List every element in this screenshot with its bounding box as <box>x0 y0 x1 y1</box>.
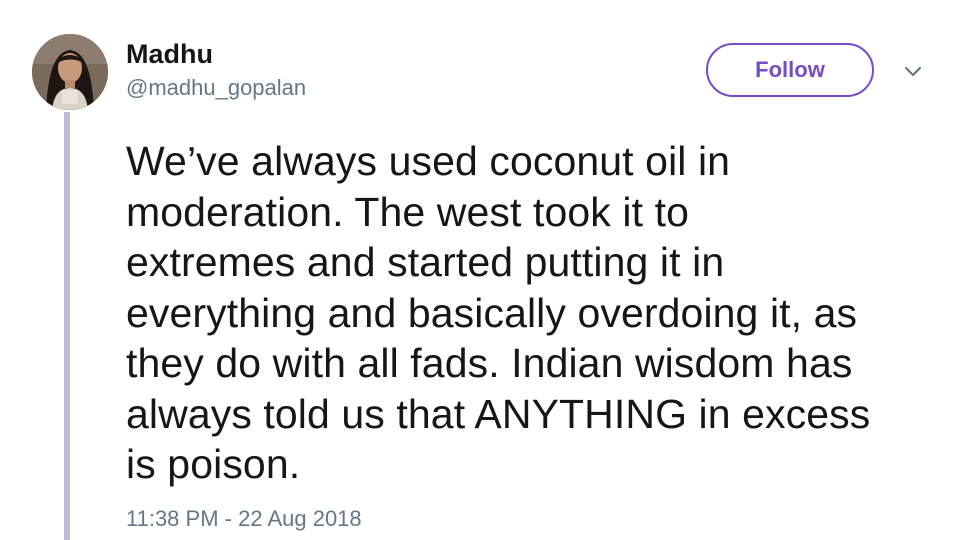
tweet-text-line: is poison. <box>126 441 301 487</box>
tweet-text: We’ve always used coconut oil in moderat… <box>126 136 946 490</box>
tweet-text-line: everything and basically overdoing it, a… <box>126 289 858 336</box>
avatar-image <box>32 34 108 110</box>
tweet-text-line: extremes and started putting it in <box>126 239 725 285</box>
tweet-text-line: moderation. The west took it to <box>126 188 689 235</box>
tweet-card: Madhu @madhu_gopalan Follow We’ve always… <box>0 0 974 540</box>
tweet-text-line: they do with all fads. Indian wisdom has <box>126 340 853 386</box>
thread-line <box>64 112 70 540</box>
follow-button[interactable]: Follow <box>706 43 874 97</box>
author-name[interactable]: Madhu <box>126 37 213 71</box>
avatar[interactable] <box>32 34 108 110</box>
chevron-down-icon[interactable] <box>900 62 926 82</box>
tweet-text-line: We’ve always used coconut oil in <box>126 138 731 184</box>
author-handle[interactable]: @madhu_gopalan <box>126 74 306 102</box>
tweet-text-line: always told us that ANYTHING in excess <box>126 390 871 437</box>
tweet-timestamp[interactable]: 11:38 PM - 22 Aug 2018 <box>126 505 362 533</box>
